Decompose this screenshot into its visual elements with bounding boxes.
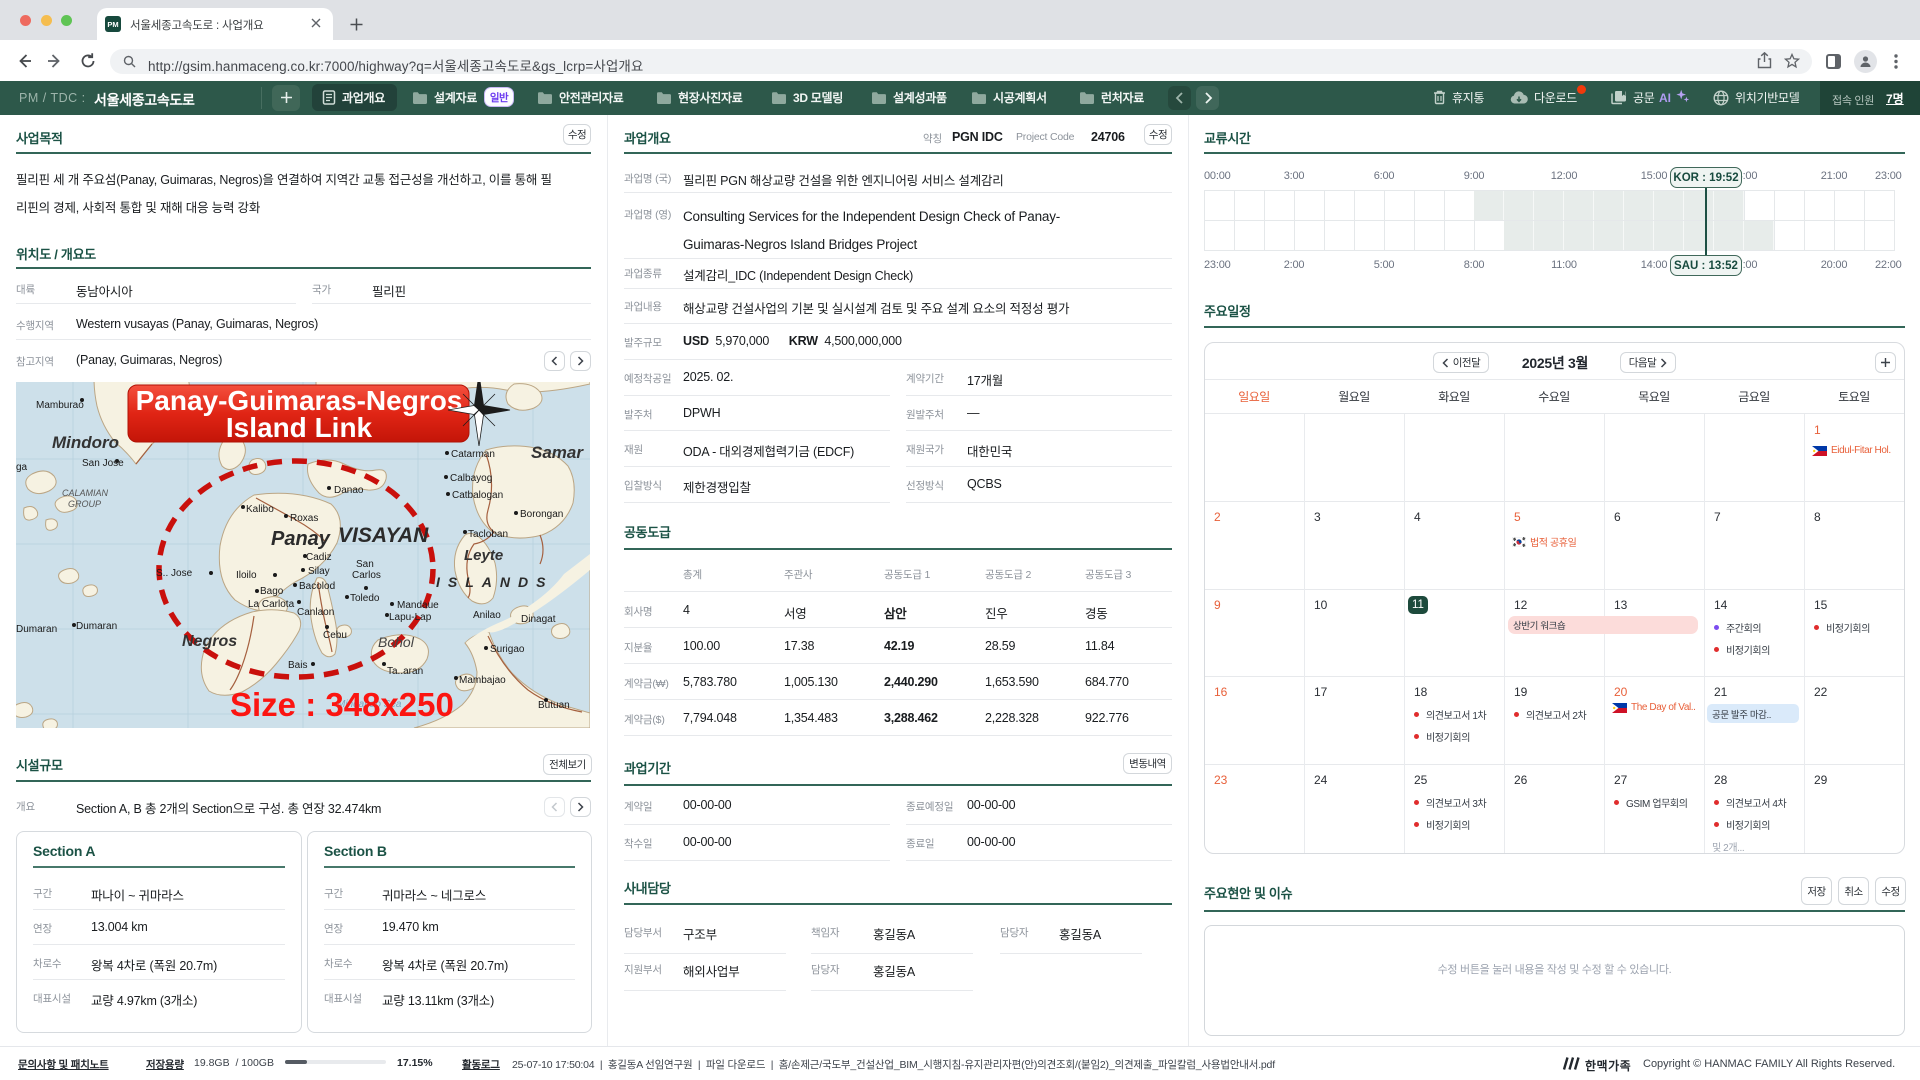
svg-text:Dumaran: Dumaran — [16, 624, 57, 635]
svg-text:GROUP: GROUP — [68, 499, 101, 509]
svg-text:Island Link: Island Link — [226, 412, 373, 443]
svg-text:Lapu-Lap: Lapu-Lap — [389, 612, 432, 623]
svg-text:Mamburao: Mamburao — [36, 400, 84, 411]
svg-text:Toledo: Toledo — [350, 593, 380, 604]
svg-text:Kalibo: Kalibo — [246, 504, 274, 515]
svg-text:Bais: Bais — [288, 660, 307, 671]
svg-text:Tacloban: Tacloban — [468, 529, 508, 540]
svg-text:Mambajao: Mambajao — [459, 675, 506, 686]
svg-text:Iloilo: Iloilo — [236, 570, 257, 581]
svg-text:ga: ga — [16, 462, 28, 473]
svg-text:Bago: Bago — [260, 586, 284, 597]
svg-text:Samar: Samar — [531, 443, 584, 462]
svg-text:Anilao: Anilao — [473, 610, 501, 621]
svg-text:CALAMIAN: CALAMIAN — [62, 488, 109, 498]
svg-text:Negros: Negros — [182, 633, 237, 650]
svg-text:Dinagat: Dinagat — [521, 614, 556, 625]
svg-text:Leyte: Leyte — [464, 547, 503, 564]
svg-text:Carlos: Carlos — [352, 570, 381, 581]
svg-text:Roxas: Roxas — [290, 513, 318, 524]
svg-text:Borongan: Borongan — [520, 509, 563, 520]
svg-text:San: San — [356, 559, 374, 570]
svg-text:Mindoro: Mindoro — [52, 433, 119, 452]
svg-text:La Carlota: La Carlota — [248, 599, 295, 610]
svg-text:Bacolod: Bacolod — [299, 581, 335, 592]
svg-text:San Jose: San Jose — [82, 458, 124, 469]
svg-text:Mandaue: Mandaue — [397, 600, 439, 611]
svg-text:Cebu: Cebu — [323, 630, 347, 641]
svg-text:S.. Jose: S.. Jose — [156, 568, 193, 579]
svg-text:Surigao: Surigao — [490, 644, 525, 655]
svg-text:Cadiz: Cadiz — [306, 552, 332, 563]
svg-text:Catbalogan: Catbalogan — [452, 490, 503, 501]
svg-text:Danao: Danao — [334, 485, 364, 496]
svg-text:Panay: Panay — [271, 528, 331, 550]
svg-text:Size : 348x250: Size : 348x250 — [230, 686, 454, 723]
svg-text:Ta..aran: Ta..aran — [387, 666, 423, 677]
svg-text:Silay: Silay — [308, 566, 330, 577]
svg-text:Calbayog: Calbayog — [450, 473, 492, 484]
svg-text:Catarman: Catarman — [451, 449, 495, 460]
svg-text:Dumaran: Dumaran — [76, 621, 117, 632]
svg-text:Canlaon: Canlaon — [297, 607, 334, 618]
svg-text:Butuan: Butuan — [538, 700, 570, 711]
svg-text:VISAYAN: VISAYAN — [338, 524, 429, 547]
svg-text:ISLANDS: ISLANDS — [436, 574, 553, 590]
svg-text:Bohol: Bohol — [378, 634, 415, 650]
